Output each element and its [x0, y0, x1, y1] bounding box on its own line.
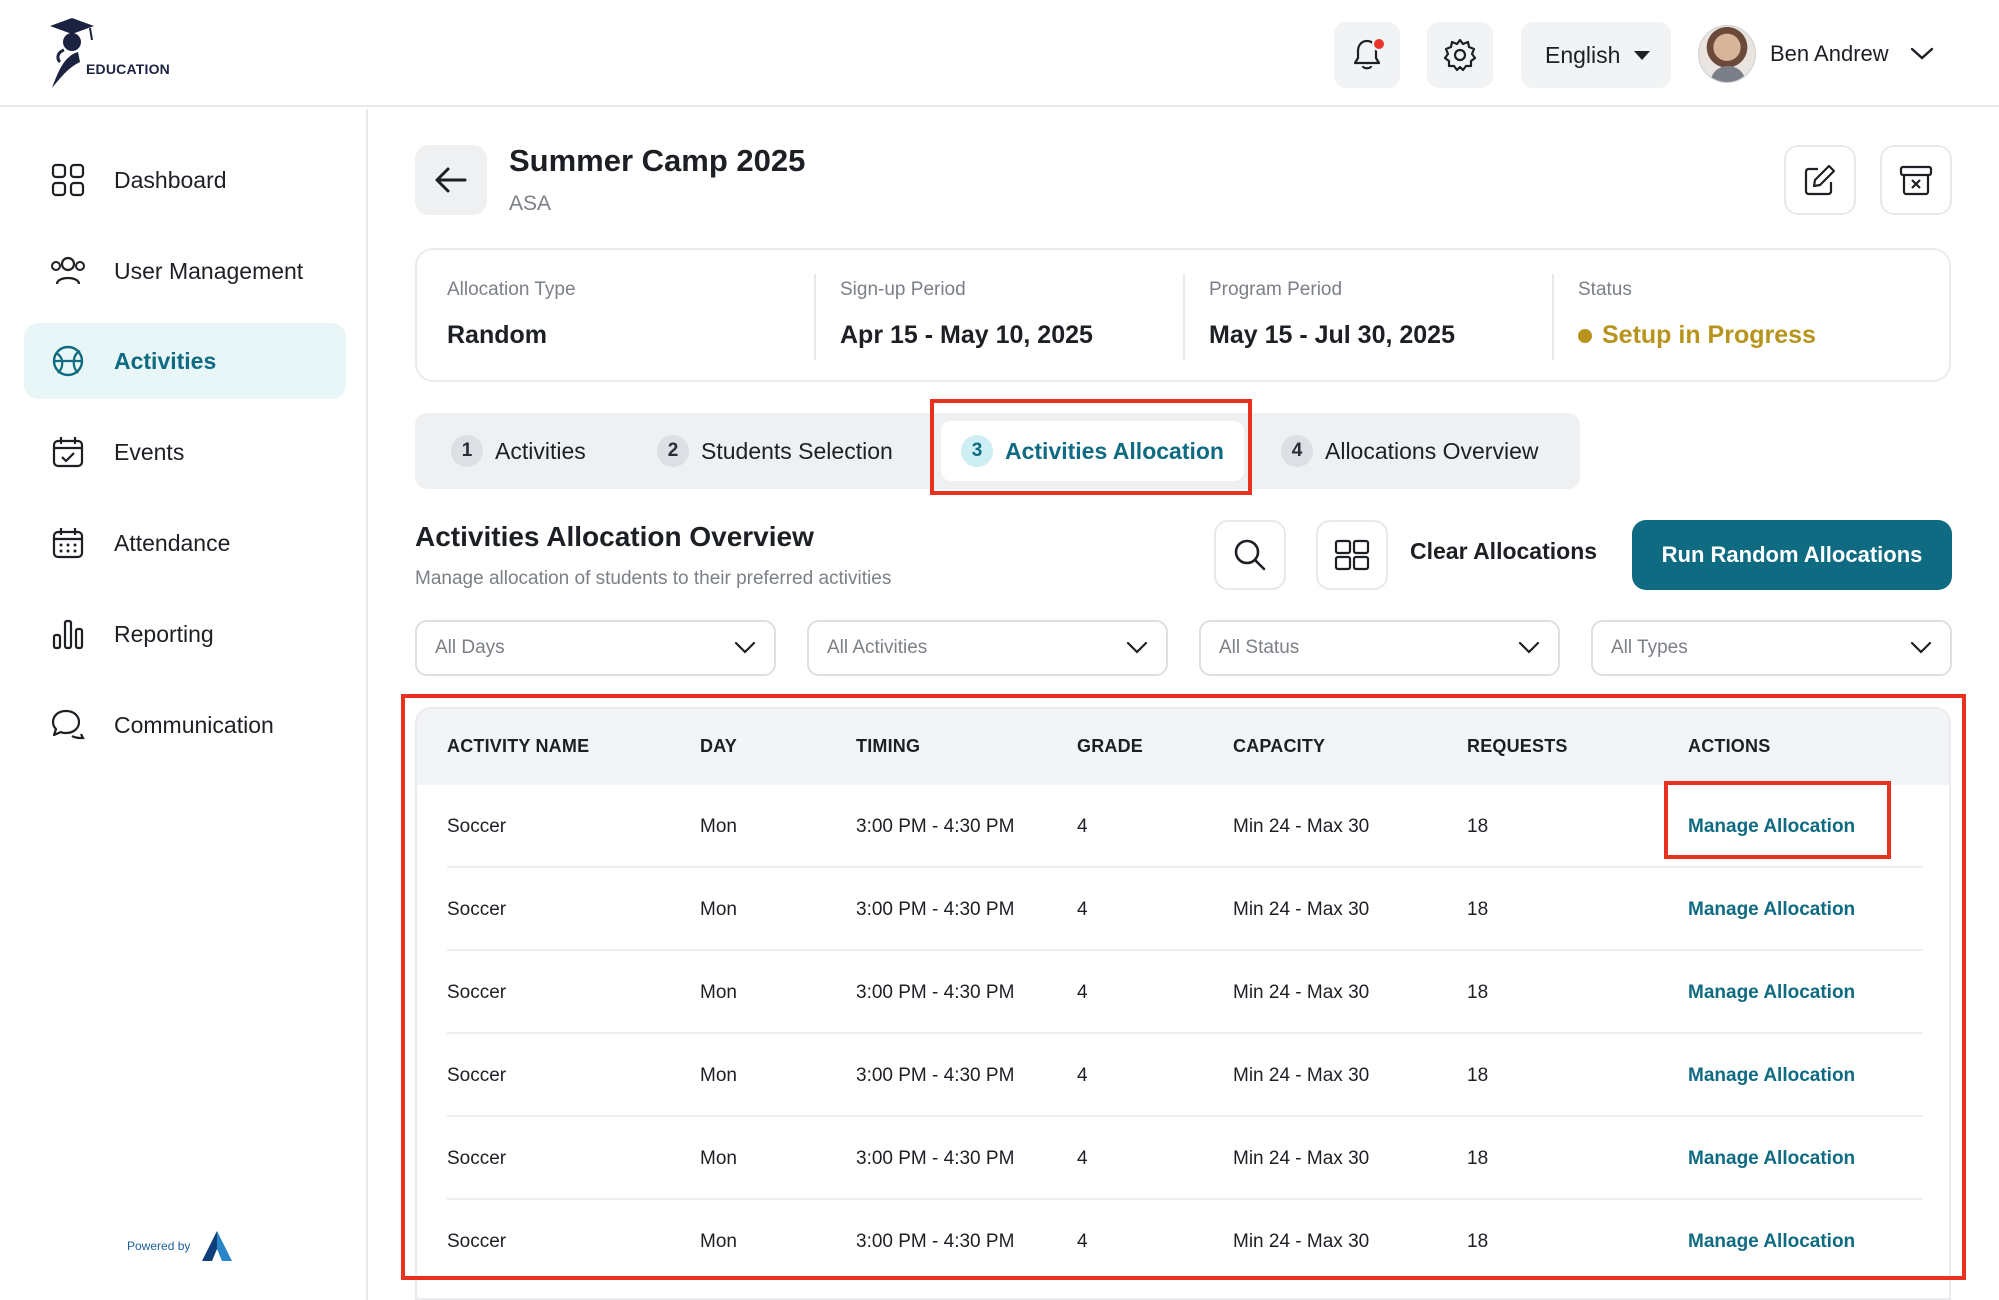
filter-activities-select[interactable]: All Activities	[807, 620, 1168, 676]
sidebar: Dashboard User Management Activities Eve…	[0, 109, 368, 1300]
allocation-type-field: Allocation Type Random	[447, 250, 576, 380]
tab-label: Activities	[495, 437, 586, 464]
section-subtitle: Manage allocation of students to their p…	[415, 568, 892, 589]
sidebar-item-label: Communication	[114, 711, 274, 738]
sidebar-item-label: Events	[114, 438, 185, 465]
sidebar-item-events[interactable]: Events	[24, 414, 346, 490]
edit-button[interactable]	[1784, 145, 1856, 215]
sidebar-item-label: Activities	[114, 347, 217, 374]
logo-text: EDUCATION	[86, 61, 170, 77]
tab-number: 4	[1281, 435, 1313, 467]
program-info-card: Allocation Type Random Sign-up Period Ap…	[415, 248, 1951, 382]
tab-number: 1	[451, 435, 483, 467]
tab-number: 2	[657, 435, 689, 467]
sidebar-item-label: User Management	[114, 257, 304, 284]
sidebar-item-user-management[interactable]: User Management	[24, 233, 346, 309]
filter-label: All Activities	[827, 637, 928, 658]
signup-period-field: Sign-up Period Apr 15 - May 10, 2025	[840, 250, 1093, 380]
archive-delete-icon	[1899, 165, 1933, 196]
language-label: English	[1545, 41, 1621, 68]
back-button[interactable]	[415, 145, 487, 215]
tab-label: Students Selection	[701, 437, 893, 464]
gear-icon	[1443, 38, 1477, 72]
program-period-label: Program Period	[1209, 279, 1343, 300]
filter-types-select[interactable]: All Types	[1591, 620, 1952, 676]
page-title: Summer Camp 2025	[509, 143, 806, 178]
powered-by-label: Powered by	[127, 1239, 191, 1253]
allocation-type-value: Random	[447, 321, 547, 349]
user-name: Ben Andrew	[1770, 41, 1889, 66]
chevron-down-icon	[1910, 641, 1932, 654]
arrow-left-icon	[435, 167, 467, 193]
divider	[814, 274, 816, 360]
language-select[interactable]: English	[1521, 22, 1671, 88]
partner-logo-icon	[202, 1231, 233, 1261]
users-icon	[50, 253, 86, 289]
caret-down-icon	[1634, 50, 1651, 60]
highlight-box-tab	[930, 399, 1252, 495]
filter-days-select[interactable]: All Days	[415, 620, 776, 676]
status-value: Setup in Progress	[1602, 321, 1816, 349]
sidebar-item-label: Dashboard	[114, 166, 227, 193]
divider	[1552, 274, 1554, 360]
sidebar-item-label: Attendance	[114, 529, 231, 556]
status-label: Status	[1578, 279, 1632, 300]
tab-label: Allocations Overview	[1325, 437, 1539, 464]
filter-label: All Status	[1219, 637, 1300, 658]
status-badge: Setup in Progress	[1578, 321, 1816, 350]
user-menu[interactable]: Ben Andrew	[1698, 24, 1935, 84]
top-bar: EDUCATION English Ben Andrew	[0, 0, 1999, 107]
notifications-button[interactable]	[1334, 22, 1400, 88]
chevron-down-icon	[1910, 47, 1933, 60]
filter-label: All Days	[435, 637, 505, 658]
activities-icon	[50, 343, 86, 379]
tab-students-selection[interactable]: 2 Students Selection	[657, 413, 893, 489]
graduate-logo-icon	[50, 18, 94, 88]
grid-view-icon	[1334, 539, 1370, 571]
signup-period-label: Sign-up Period	[840, 279, 966, 300]
grid-view-button[interactable]	[1316, 520, 1388, 590]
sidebar-item-label: Reporting	[114, 620, 214, 647]
clear-allocations-button[interactable]: Clear Allocations	[1410, 538, 1597, 565]
search-icon	[1234, 539, 1266, 571]
notification-dot	[1372, 37, 1386, 51]
page-subtitle: ASA	[509, 192, 552, 215]
signup-period-value: Apr 15 - May 10, 2025	[840, 321, 1093, 349]
settings-button[interactable]	[1427, 22, 1493, 88]
filter-status-select[interactable]: All Status	[1199, 620, 1560, 676]
program-period-field: Program Period May 15 - Jul 30, 2025	[1209, 250, 1455, 380]
tab-activities[interactable]: 1 Activities	[451, 413, 586, 489]
filter-label: All Types	[1611, 637, 1688, 658]
bar-chart-icon	[50, 616, 86, 652]
program-period-value: May 15 - Jul 30, 2025	[1209, 321, 1455, 349]
calendar-icon	[50, 525, 86, 561]
allocation-type-label: Allocation Type	[447, 279, 576, 300]
tab-allocations-overview[interactable]: 4 Allocations Overview	[1281, 413, 1538, 489]
chevron-down-icon	[734, 641, 756, 654]
divider	[1183, 274, 1185, 360]
dashboard-icon	[50, 162, 86, 198]
sidebar-item-reporting[interactable]: Reporting	[24, 596, 346, 672]
chevron-down-icon	[1126, 641, 1148, 654]
sidebar-item-attendance[interactable]: Attendance	[24, 505, 346, 581]
highlight-box-action	[1664, 781, 1891, 859]
sidebar-item-activities[interactable]: Activities	[24, 323, 346, 399]
sidebar-item-dashboard[interactable]: Dashboard	[24, 142, 346, 218]
sidebar-item-communication[interactable]: Communication	[24, 687, 346, 763]
status-dot	[1578, 328, 1592, 343]
status-field: Status Setup in Progress	[1578, 250, 1816, 380]
run-random-allocations-button[interactable]: Run Random Allocations	[1632, 520, 1952, 590]
education-logo[interactable]: EDUCATION	[50, 14, 180, 94]
chat-icon	[50, 707, 86, 743]
powered-by: Powered by	[127, 1229, 234, 1263]
avatar	[1698, 25, 1756, 83]
section-title: Activities Allocation Overview	[415, 521, 814, 552]
chevron-down-icon	[1518, 641, 1540, 654]
edit-icon	[1804, 164, 1836, 196]
calendar-check-icon	[50, 434, 86, 470]
archive-button[interactable]	[1880, 145, 1952, 215]
search-button[interactable]	[1214, 520, 1286, 590]
